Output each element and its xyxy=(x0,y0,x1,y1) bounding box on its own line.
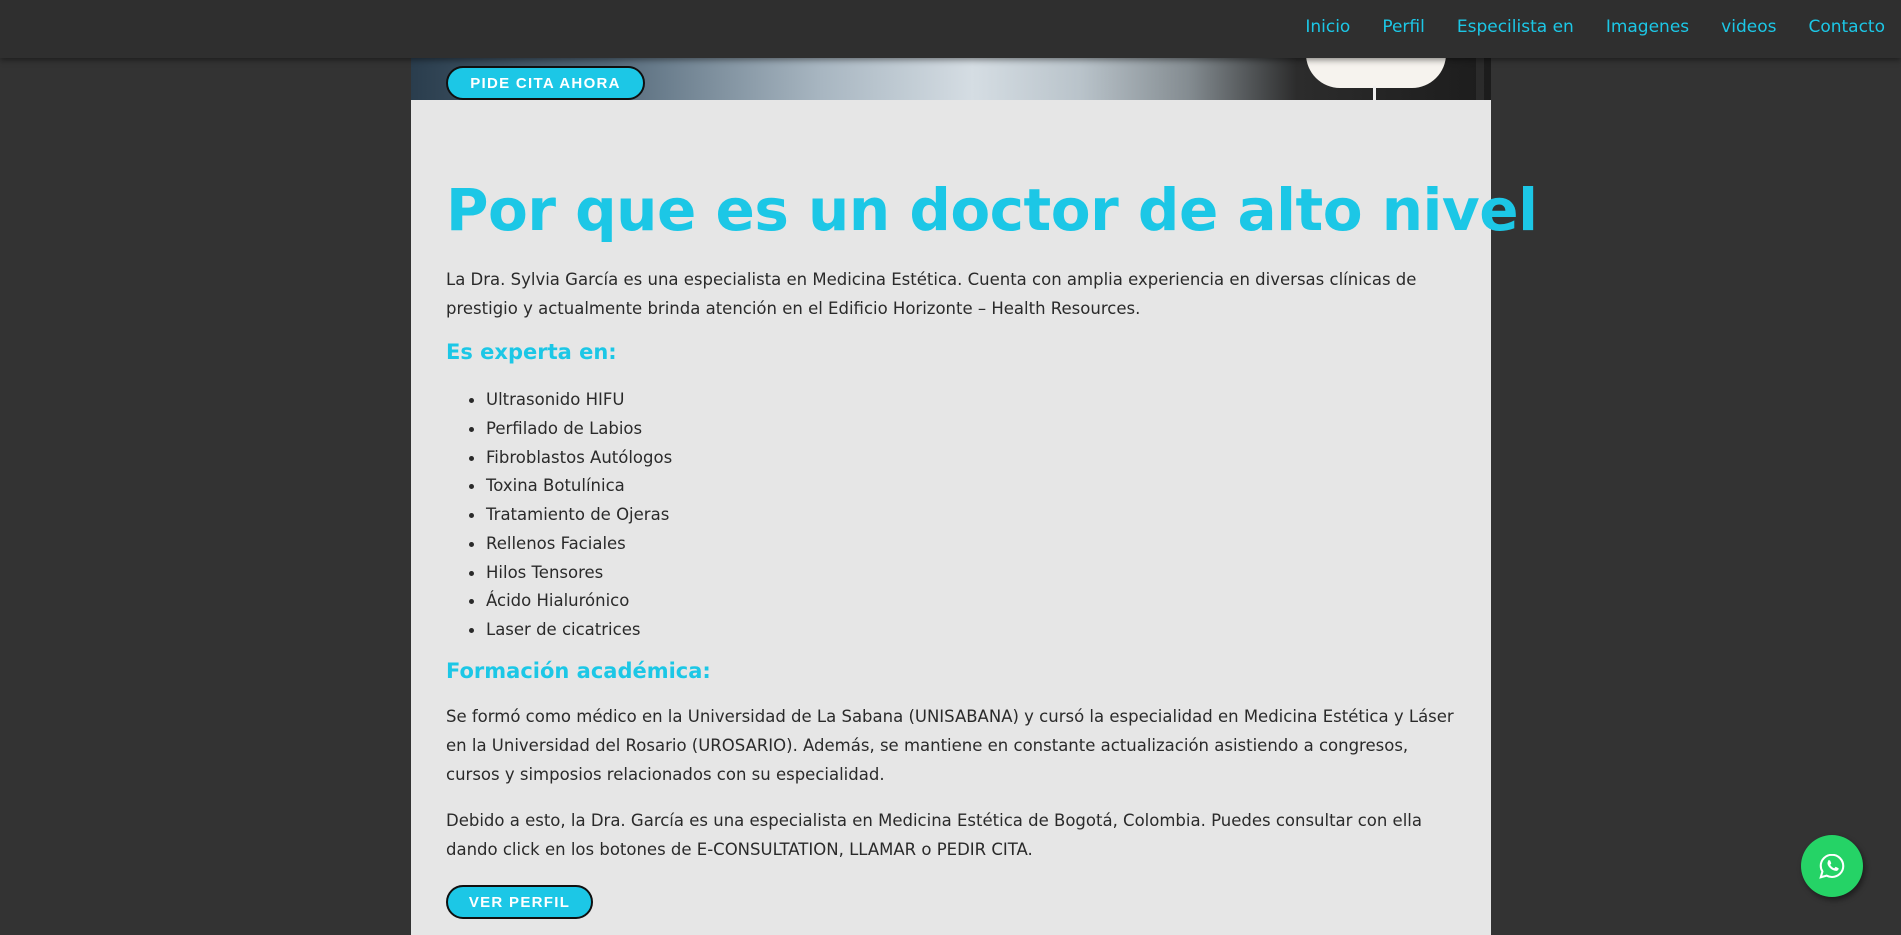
nav-item-contacto[interactable]: Contacto xyxy=(1808,17,1885,37)
lamp-shade xyxy=(1306,58,1446,88)
whatsapp-button[interactable] xyxy=(1801,835,1863,897)
top-navigation: Inicio Perfil Especilista en Imagenes vi… xyxy=(0,0,1901,58)
list-item: Toxina Botulínica xyxy=(466,472,672,501)
nav-item-videos[interactable]: videos xyxy=(1721,17,1776,37)
list-item: Tratamiento de Ojeras xyxy=(466,501,672,530)
whatsapp-icon xyxy=(1819,853,1845,879)
list-item: Fibroblastos Autólogos xyxy=(466,444,672,473)
list-item: Ácido Hialurónico xyxy=(466,587,672,616)
nav-item-imagenes[interactable]: Imagenes xyxy=(1606,17,1689,37)
nav-menu: Inicio Perfil Especilista en Imagenes vi… xyxy=(1273,0,1885,54)
ver-perfil-button[interactable]: VER PERFIL xyxy=(446,885,593,919)
nav-item-especialista[interactable]: Especilista en xyxy=(1457,17,1574,37)
education-heading: Formación académica: xyxy=(446,659,711,683)
closing-paragraph: Debido a esto, la Dra. García es una esp… xyxy=(446,811,1422,859)
hero-decor xyxy=(1476,58,1484,100)
expertise-list: Ultrasonido HIFU Perfilado de Labios Fib… xyxy=(466,386,672,645)
intro-paragraph: La Dra. Sylvia García es una especialist… xyxy=(446,270,1417,318)
list-item: Ultrasonido HIFU xyxy=(466,386,672,415)
list-item: Laser de cicatrices xyxy=(466,616,672,645)
lamp-stem xyxy=(1373,86,1376,100)
pide-cita-button[interactable]: PIDE CITA AHORA xyxy=(446,66,645,100)
nav-item-perfil[interactable]: Perfil xyxy=(1382,17,1425,37)
education-paragraph: Se formó como médico en la Universidad d… xyxy=(446,707,1454,784)
expertise-heading: Es experta en: xyxy=(446,340,617,364)
content-panel: Por que es un doctor de alto nivel La Dr… xyxy=(411,100,1538,935)
list-item: Hilos Tensores xyxy=(466,559,672,588)
nav-item-inicio[interactable]: Inicio xyxy=(1305,17,1350,37)
page-title: Por que es un doctor de alto nivel xyxy=(446,176,1538,244)
list-item: Rellenos Faciales xyxy=(466,530,672,559)
list-item: Perfilado de Labios xyxy=(466,415,672,444)
